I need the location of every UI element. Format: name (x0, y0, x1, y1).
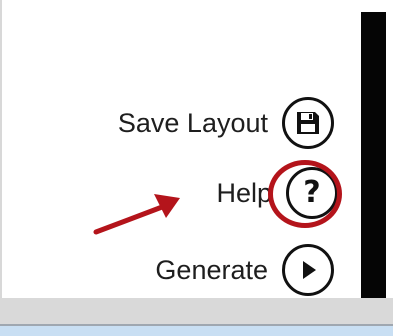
help-button[interactable]: Help ? (216, 167, 338, 219)
generate-button[interactable]: Generate (155, 244, 334, 296)
save-layout-label: Save Layout (117, 107, 268, 138)
right-dark-bar (361, 12, 386, 298)
question-mark-icon: ? (303, 175, 321, 210)
screenshot-stage: Save Layout Help ? Generate (0, 0, 393, 336)
panel-bottom-border (0, 298, 393, 324)
play-icon (303, 261, 316, 279)
bottom-strip (0, 324, 393, 336)
generate-label: Generate (155, 254, 268, 285)
help-circle[interactable]: ? (286, 167, 338, 219)
save-circle[interactable] (282, 97, 334, 149)
generate-circle[interactable] (282, 244, 334, 296)
save-layout-button[interactable]: Save Layout (118, 97, 334, 149)
help-label: Help (216, 177, 272, 208)
annotation-arrow-icon (93, 194, 180, 235)
floppy-disk-icon (297, 112, 319, 134)
